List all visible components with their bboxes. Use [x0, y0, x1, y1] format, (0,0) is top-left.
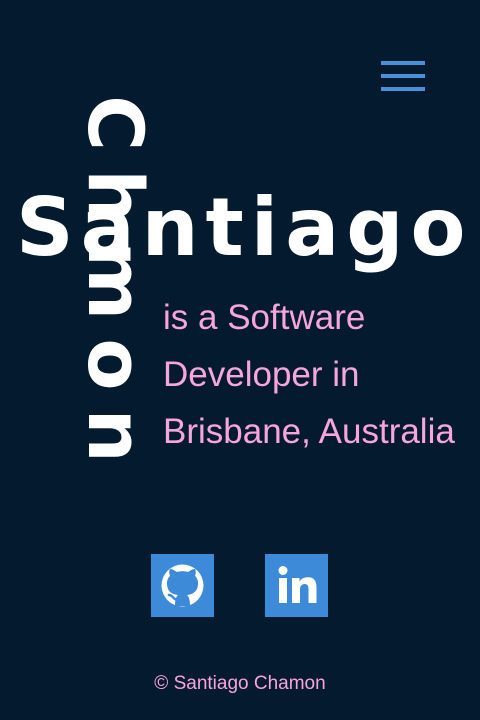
menu-bar	[381, 61, 425, 65]
footer-copyright: © Santiago Chamon	[154, 673, 326, 694]
linkedin-link[interactable]	[265, 554, 328, 617]
github-link[interactable]	[151, 554, 214, 617]
github-icon	[151, 554, 214, 617]
linkedin-icon	[265, 554, 328, 617]
menu-bar	[381, 87, 425, 91]
menu-bar	[381, 74, 425, 78]
hero-tagline: is a Software Developer in Brisbane, Aus…	[163, 298, 455, 451]
hamburger-menu-button[interactable]	[381, 61, 425, 92]
hero-last-name: Chmon	[71, 95, 160, 481]
hero-first-name: Santiago	[16, 181, 473, 274]
